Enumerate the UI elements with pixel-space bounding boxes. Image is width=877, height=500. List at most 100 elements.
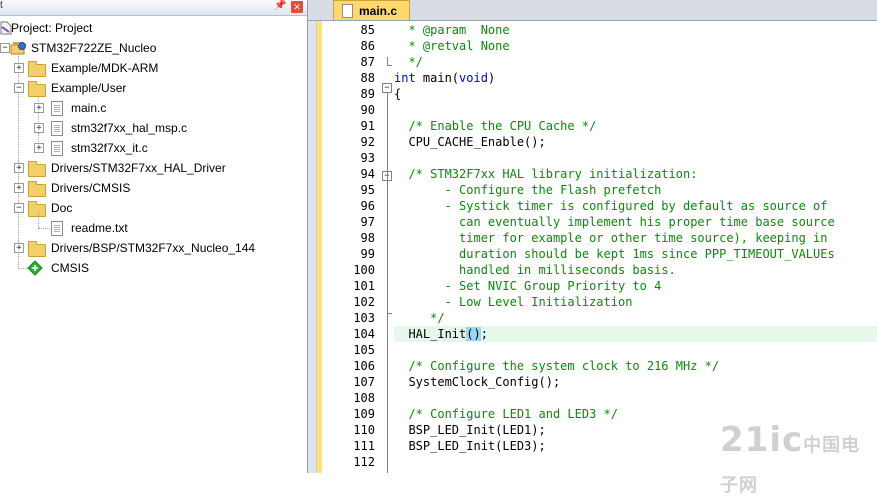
line-number: 102 [353, 295, 375, 309]
tree-group[interactable]: − Doc [0, 198, 300, 218]
watermark-21ic: 21ic中国电子网 [720, 420, 877, 500]
tree-file[interactable]: + stm32f7xx_it.c [0, 138, 300, 158]
line-number: 97 [360, 215, 375, 229]
code-line[interactable]: CPU_CACHE_Enable(); [394, 134, 877, 150]
code-line[interactable]: duration should be kept 1ms since PPP_TI… [394, 246, 877, 262]
code-line[interactable]: - Set NVIC Group Priority to 4 [394, 278, 877, 294]
tree-file[interactable]: readme.txt [0, 218, 300, 238]
tree-expand-icon[interactable]: + [34, 123, 44, 133]
line-number: 112 [353, 455, 375, 469]
tree-group[interactable]: + Drivers/BSP/STM32F7xx_Nucleo_144 [0, 238, 300, 258]
tree-root-project[interactable]: Project: Project [0, 18, 300, 38]
code-line[interactable] [394, 150, 877, 166]
watermark-text: 21ic [720, 420, 804, 460]
file-label: readme.txt [71, 221, 128, 235]
code-editor: main.c − − 85 * @param None 86 * @retval … [308, 0, 877, 473]
folder-icon [28, 81, 46, 97]
line-number: 105 [353, 343, 375, 357]
tree-file[interactable]: + main.c [0, 98, 300, 118]
line-number: 99 [360, 247, 375, 261]
file-label: stm32f7xx_it.c [71, 141, 148, 155]
folder-icon [28, 241, 46, 257]
line-number: 95 [360, 183, 375, 197]
fold-minus-icon[interactable]: − [382, 83, 392, 93]
tree-expand-icon[interactable]: − [0, 43, 10, 53]
line-number: 94 [360, 167, 375, 181]
code-line[interactable]: - Configure the Flash prefetch [394, 182, 877, 198]
fold-line [387, 57, 388, 65]
file-icon [342, 4, 353, 18]
fold-line [387, 65, 392, 66]
code-line[interactable]: */ [394, 310, 877, 326]
code-line[interactable]: */ [394, 54, 877, 70]
line-number: 91 [360, 119, 375, 133]
file-icon [51, 221, 63, 236]
cmsis-label: CMSIS [51, 261, 90, 275]
file-icon [51, 101, 63, 116]
line-number: 106 [353, 359, 375, 373]
group-label: Drivers/CMSIS [51, 181, 131, 195]
tab-label: main.c [359, 4, 398, 18]
tree-expand-icon[interactable]: + [14, 163, 24, 173]
code-line[interactable]: - Systick timer is configured by default… [394, 198, 877, 214]
tree-expand-icon[interactable]: − [14, 203, 24, 213]
panel-title-edge: t [0, 0, 3, 11]
line-number: 86 [360, 39, 375, 53]
code-line[interactable]: /* STM32F7xx HAL library initialization: [394, 166, 877, 182]
line-number: 103 [353, 311, 375, 325]
tree-expand-icon[interactable]: + [14, 63, 24, 73]
target-icon [10, 42, 26, 55]
fold-line [387, 313, 392, 314]
line-number: 98 [360, 231, 375, 245]
close-icon[interactable]: ✕ [291, 1, 303, 13]
line-number: 108 [353, 391, 375, 405]
code-line[interactable]: SystemClock_Config(); [394, 374, 877, 390]
tree-group[interactable]: + Drivers/CMSIS [0, 178, 300, 198]
code-line[interactable]: timer for example or other time source),… [394, 230, 877, 246]
code-line[interactable]: * @param None [394, 22, 877, 38]
line-number: 89 [360, 87, 375, 101]
folder-icon [28, 201, 46, 217]
tab-main-c[interactable]: main.c [333, 0, 410, 20]
tree-file[interactable]: + stm32f7xx_hal_msp.c [0, 118, 300, 138]
tree-expand-icon[interactable]: + [14, 243, 24, 253]
line-number: 107 [353, 375, 375, 389]
group-label: Doc [51, 201, 73, 215]
line-number: 104 [353, 327, 375, 341]
line-number: 85 [360, 23, 375, 37]
code-line[interactable]: int main(void) [394, 70, 877, 86]
folder-icon [28, 181, 46, 197]
file-icon [51, 141, 63, 156]
tree-target[interactable]: − STM32F722ZE_Nucleo [0, 38, 300, 58]
tree-group[interactable]: + Example/MDK-ARM [0, 58, 300, 78]
tree-expand-icon[interactable]: + [14, 183, 24, 193]
file-label: stm32f7xx_hal_msp.c [71, 121, 188, 135]
editor-tabbar: main.c [308, 0, 877, 21]
code-line[interactable]: /* Enable the CPU Cache */ [394, 118, 877, 134]
tree-cmsis[interactable]: CMSIS [0, 258, 300, 278]
tree-expand-icon[interactable]: − [14, 83, 24, 93]
code-line[interactable] [394, 390, 877, 406]
tree-group[interactable]: − Example/User [0, 78, 300, 98]
fold-line [387, 181, 388, 313]
tree-group[interactable]: + Drivers/STM32F7xx_HAL_Driver [0, 158, 300, 178]
code-line[interactable]: handled in milliseconds basis. [394, 262, 877, 278]
pin-icon[interactable]: 📌 [274, 0, 286, 11]
code-line[interactable] [394, 102, 877, 118]
tree-expand-icon[interactable]: + [34, 143, 44, 153]
folder-icon [28, 161, 46, 177]
project-panel-header: t 📌 ✕ [0, 0, 307, 16]
code-line[interactable]: { [394, 86, 877, 102]
line-number: 93 [360, 151, 375, 165]
editor-left-strip [308, 21, 317, 473]
code-line[interactable]: HAL_Init(); [394, 326, 877, 342]
tree-expand-icon[interactable]: + [34, 103, 44, 113]
code-line[interactable]: * @retval None [394, 38, 877, 54]
code-line[interactable]: /* Configure the system clock to 216 MHz… [394, 358, 877, 374]
target-label: STM32F722ZE_Nucleo [31, 41, 157, 55]
code-line[interactable]: can eventually implement his proper time… [394, 214, 877, 230]
code-line[interactable] [394, 342, 877, 358]
line-number: 88 [360, 71, 375, 85]
code-line[interactable]: - Low Level Initialization [394, 294, 877, 310]
bracket-match-highlight: () [466, 327, 481, 341]
